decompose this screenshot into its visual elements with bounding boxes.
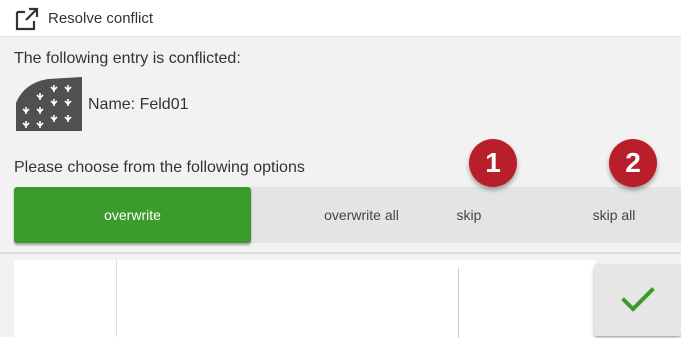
- annotation-badge-2: 2: [609, 139, 657, 187]
- panel-mark: [458, 268, 463, 338]
- entry-name: Name: Feld01: [88, 96, 189, 113]
- confirm-button[interactable]: [594, 264, 681, 336]
- overwrite-button[interactable]: overwrite: [14, 187, 251, 243]
- annotation-badge-1: 1: [469, 139, 517, 187]
- conflict-heading: The following entry is conflicted:: [14, 50, 241, 67]
- panel-divider: [116, 260, 117, 337]
- conflict-entry-section: The following entry is conflicted: Name:…: [0, 36, 681, 141]
- window-title: Resolve conflict: [48, 10, 154, 27]
- checkmark-icon: [620, 287, 655, 312]
- bottom-panel: [14, 260, 596, 338]
- skip-all-button[interactable]: skip all: [564, 187, 664, 243]
- options-heading: Please choose from the following options: [14, 159, 305, 176]
- title-bar: Resolve conflict: [0, 0, 681, 36]
- bottom-bar: [0, 252, 681, 338]
- options-bar: overwrite overwrite all skip skip all: [14, 187, 681, 243]
- overwrite-all-button[interactable]: overwrite all: [304, 187, 419, 243]
- field-icon: [16, 77, 82, 131]
- skip-button[interactable]: skip: [434, 187, 504, 243]
- external-link-icon[interactable]: [14, 6, 40, 32]
